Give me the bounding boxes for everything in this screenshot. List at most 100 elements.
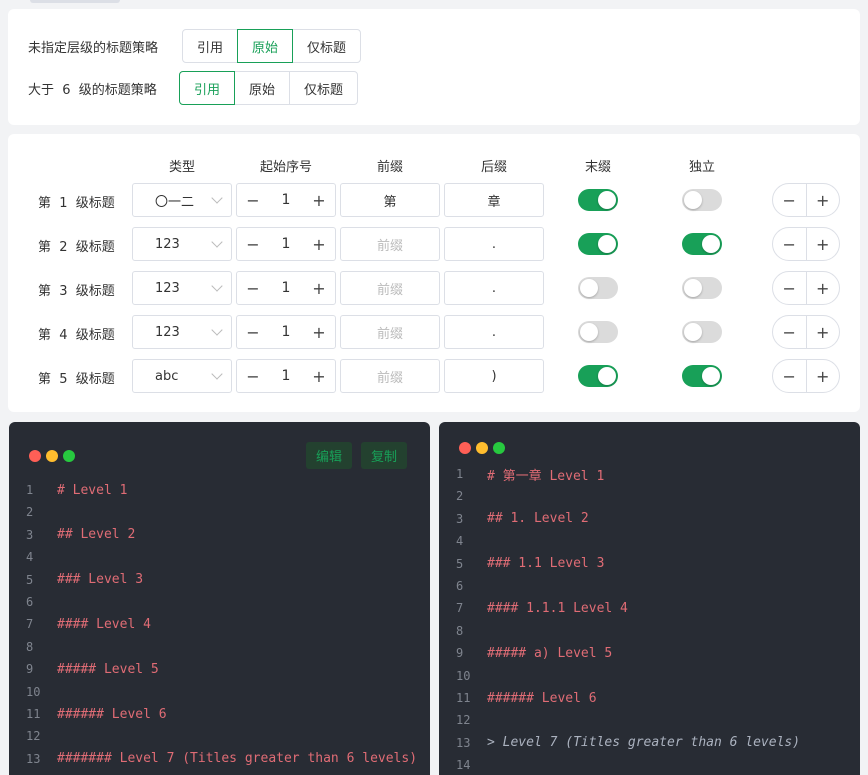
- toggle-knob: [684, 191, 702, 209]
- copy-button[interactable]: 复制: [361, 442, 408, 469]
- add-level-button[interactable]: +: [807, 191, 840, 210]
- suffix-input[interactable]: ): [444, 359, 544, 393]
- chevron-down-icon: [211, 280, 223, 292]
- code-line: 6: [9, 592, 57, 612]
- start-number-stepper: − 1 +: [236, 271, 336, 305]
- header-independent: 独立: [688, 160, 715, 175]
- type-select[interactable]: 〇一二: [132, 183, 232, 217]
- top-tab-indicator: [30, 0, 120, 3]
- start-number-value[interactable]: 1: [282, 324, 291, 340]
- code-line: 13 > Level 7 (Titles greater than 6 level…: [439, 733, 800, 753]
- prefix-input[interactable]: 第: [340, 183, 440, 217]
- line-text: ### 1.1 Level 3: [487, 556, 605, 572]
- decrement-icon[interactable]: −: [245, 367, 261, 386]
- code-line: 11 ###### Level 6: [439, 688, 597, 708]
- code-line: 8: [439, 621, 487, 641]
- start-number-value[interactable]: 1: [282, 192, 291, 208]
- level-label: 第 3 级标题: [38, 284, 115, 299]
- markdown-editor-panel: 编辑 复制 1 # Level 1 2 3 ## Level 2 4 5 ### Level …: [9, 422, 430, 775]
- type-select[interactable]: 123: [132, 227, 232, 261]
- add-level-button[interactable]: +: [807, 367, 840, 386]
- independent-toggle[interactable]: [682, 277, 722, 299]
- toggle-knob: [598, 367, 616, 385]
- decrement-icon[interactable]: −: [245, 191, 261, 210]
- independent-toggle[interactable]: [682, 365, 722, 387]
- prefix-input[interactable]: 前缀: [340, 271, 440, 305]
- line-number: 14: [456, 758, 471, 773]
- trailing-toggle[interactable]: [578, 277, 618, 299]
- increment-icon[interactable]: +: [311, 191, 327, 210]
- unspecified-strategy-row: 未指定层级的标题策略: [28, 29, 158, 63]
- add-level-button[interactable]: +: [807, 279, 840, 298]
- prefix-input[interactable]: 前缀: [340, 359, 440, 393]
- remove-level-button[interactable]: −: [773, 279, 806, 298]
- code-line: 12: [439, 710, 487, 730]
- level-label: 第 4 级标题: [38, 328, 115, 343]
- suffix-input[interactable]: .: [444, 271, 544, 305]
- start-number-value[interactable]: 1: [282, 280, 291, 296]
- increment-icon[interactable]: +: [311, 279, 327, 298]
- independent-toggle[interactable]: [682, 233, 722, 255]
- edit-button[interactable]: 编辑: [306, 442, 353, 469]
- trailing-toggle[interactable]: [578, 189, 618, 211]
- line-number: 7: [26, 617, 34, 632]
- row-add-remove-group: − +: [772, 183, 840, 217]
- line-number: 12: [26, 729, 41, 744]
- decrement-icon[interactable]: −: [245, 235, 261, 254]
- window-close-dot-icon: [459, 442, 471, 454]
- toggle-knob: [598, 191, 616, 209]
- start-number-value[interactable]: 1: [282, 368, 291, 384]
- beyond6-option-2[interactable]: 仅标题: [289, 71, 359, 105]
- toggle-knob: [684, 279, 702, 297]
- code-line: 7 #### 1.1.1 Level 4: [439, 598, 628, 618]
- type-select[interactable]: 123: [132, 315, 232, 349]
- trailing-toggle[interactable]: [578, 233, 618, 255]
- code-line: 9 ##### a) Level 5: [439, 643, 612, 663]
- independent-toggle[interactable]: [682, 321, 722, 343]
- unspecified-strategy-label: 未指定层级的标题策略: [28, 40, 159, 56]
- remove-level-button[interactable]: −: [773, 367, 806, 386]
- increment-icon[interactable]: +: [311, 323, 327, 342]
- beyond6-option-1[interactable]: 原始: [234, 71, 291, 105]
- line-number: 6: [26, 595, 34, 609]
- unspecified-option-1[interactable]: 原始: [237, 29, 294, 63]
- suffix-input[interactable]: .: [444, 227, 544, 261]
- decrement-icon[interactable]: −: [245, 279, 261, 298]
- add-level-button[interactable]: +: [807, 235, 840, 254]
- prefix-input[interactable]: 前缀: [340, 315, 440, 349]
- line-number: 1: [456, 467, 464, 481]
- line-number: 5: [456, 556, 464, 571]
- suffix-input[interactable]: 章: [444, 183, 544, 217]
- code-line: 8: [9, 637, 57, 657]
- remove-level-button[interactable]: −: [773, 191, 806, 210]
- line-text: # Level 1: [57, 482, 128, 498]
- header-type: 类型: [168, 160, 195, 175]
- beyond6-option-0[interactable]: 引用: [179, 71, 236, 105]
- decrement-icon[interactable]: −: [245, 323, 261, 342]
- suffix-input[interactable]: .: [444, 315, 544, 349]
- heading-strategy-card: 未指定层级的标题策略 引用 原始 仅标题 大于 6 级的标题策略 引用 原始 仅标题: [8, 9, 860, 125]
- line-text: ## 1. Level 2: [487, 511, 589, 527]
- remove-level-button[interactable]: −: [773, 323, 806, 342]
- remove-level-button[interactable]: −: [773, 235, 806, 254]
- add-level-button[interactable]: +: [807, 323, 840, 342]
- independent-toggle[interactable]: [682, 189, 722, 211]
- code-line: 3 ## 1. Level 2: [439, 509, 589, 529]
- type-select[interactable]: 123: [132, 271, 232, 305]
- code-line: 10: [9, 682, 57, 702]
- row-add-remove-group: − +: [772, 227, 840, 261]
- start-number-value[interactable]: 1: [282, 236, 291, 252]
- increment-icon[interactable]: +: [311, 235, 327, 254]
- unspecified-option-2[interactable]: 仅标题: [292, 29, 362, 63]
- beyond6-strategy-row: 大于 6 级的标题策略: [28, 71, 157, 105]
- increment-icon[interactable]: +: [311, 367, 327, 386]
- type-select[interactable]: abc: [132, 359, 232, 393]
- chevron-down-icon: [211, 368, 223, 380]
- trailing-toggle[interactable]: [578, 365, 618, 387]
- prefix-input[interactable]: 前缀: [340, 227, 440, 261]
- line-number: 10: [26, 684, 41, 699]
- line-number: 9: [26, 662, 34, 677]
- trailing-toggle[interactable]: [578, 321, 618, 343]
- unspecified-option-0[interactable]: 引用: [182, 29, 239, 63]
- chevron-down-icon: [211, 324, 223, 336]
